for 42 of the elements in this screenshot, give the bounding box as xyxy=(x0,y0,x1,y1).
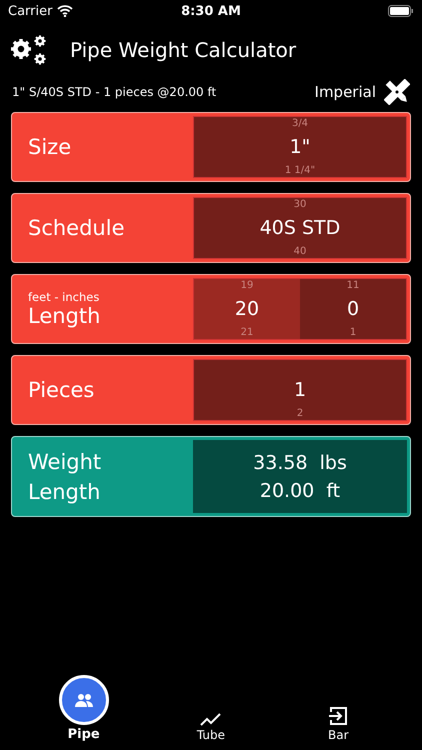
picker-option: 1 1/4" xyxy=(284,165,316,176)
units-label: Imperial xyxy=(314,83,376,101)
input-label: Pieces xyxy=(28,378,96,402)
tab-item[interactable]: Tube xyxy=(166,712,256,742)
carrier-label: Carrier xyxy=(8,4,52,18)
result-value: 33.58 lbs xyxy=(253,452,347,474)
tab-item[interactable]: Bar xyxy=(293,706,384,742)
app-title: Pipe Weight Calculator xyxy=(70,38,296,62)
pipe-summary: 1" S/40S STD - 1 pieces @20.00 ft xyxy=(12,85,216,99)
result-label: Length xyxy=(28,480,102,504)
battery-icon xyxy=(388,5,414,17)
picker-option: 40 xyxy=(294,246,306,257)
picker-option: 30 xyxy=(294,199,306,210)
input-label: Length xyxy=(28,304,102,328)
picker-wheel[interactable]: 1 2 xyxy=(194,360,406,420)
clock-time: 8:30 AM xyxy=(181,4,241,18)
picker-option: 2 xyxy=(296,408,304,419)
picker-wheel[interactable]: 19 20 21 xyxy=(194,279,300,339)
settings-icon[interactable] xyxy=(10,34,48,66)
picker-value: 0 xyxy=(346,298,360,320)
picker-wheel[interactable]: 30 40S STD 40 xyxy=(194,198,406,258)
result-value: 20.00 ft xyxy=(260,480,340,502)
picker-value: 40S STD xyxy=(260,217,340,239)
input-label: Schedule xyxy=(28,216,126,240)
unit-caption: feet - inches xyxy=(28,290,100,304)
wifi-icon xyxy=(57,5,74,17)
picker-option: 3/4 xyxy=(292,118,308,129)
picker-value: 1 xyxy=(294,379,306,401)
people-icon xyxy=(74,693,94,707)
picker-value: 1" xyxy=(290,136,310,158)
picker-wheel[interactable]: 3/4 1" 1 1/4" xyxy=(194,117,406,177)
picker-wheel[interactable]: 11 0 1 xyxy=(300,279,406,339)
picker-option: 21 xyxy=(240,327,254,338)
exit-icon xyxy=(328,706,348,726)
picker-option: 11 xyxy=(346,280,360,291)
trend-icon xyxy=(200,712,222,726)
picker-value: 20 xyxy=(234,298,260,320)
picker-option: 1 xyxy=(350,327,356,338)
result-label: Weight xyxy=(28,450,102,474)
input-label: Size xyxy=(28,135,72,159)
picker-option: 19 xyxy=(240,280,254,291)
tab-item[interactable]: Pipe xyxy=(38,675,129,742)
